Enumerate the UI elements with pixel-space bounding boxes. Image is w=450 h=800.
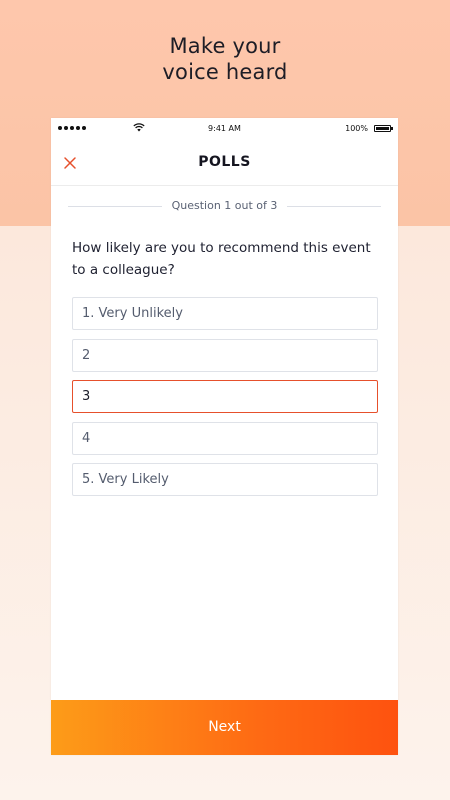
poll-question: How likely are you to recommend this eve… — [72, 240, 371, 278]
poll-option-2[interactable]: 2 — [72, 338, 378, 372]
poll-option-label: 3 — [82, 389, 91, 404]
phone-screen: 9:41 AM 100% POLLS Question 1 out of 3 H… — [51, 118, 398, 755]
poll-option-label: 4 — [82, 430, 91, 446]
battery-tip — [391, 127, 393, 130]
page-title: POLLS — [198, 154, 251, 170]
next-button[interactable]: Next — [51, 700, 398, 755]
headline-line-1: Make your — [169, 34, 281, 58]
poll-option-5[interactable]: 5. Very Likely — [72, 463, 378, 496]
poll-option-4[interactable]: 4 — [72, 421, 378, 455]
poll-option-1[interactable]: 1. Very Unlikely — [72, 297, 378, 330]
promo-headline: Make your voice heard — [0, 33, 450, 85]
poll-option-label: 2 — [82, 347, 91, 363]
poll-options: 1. Very Unlikely 2 3 4 5. Very Likely — [72, 297, 378, 505]
nav-bar: POLLS — [51, 140, 398, 186]
status-bar: 9:41 AM 100% — [51, 118, 398, 140]
poll-option-label: 1. Very Unlikely — [82, 306, 183, 321]
divider-right — [287, 206, 381, 207]
battery-icon — [374, 125, 391, 132]
headline-line-2: voice heard — [162, 60, 288, 84]
poll-option-3[interactable]: 3 — [72, 380, 378, 413]
poll-option-label: 5. Very Likely — [82, 472, 169, 487]
battery-percent: 100% — [345, 124, 368, 133]
